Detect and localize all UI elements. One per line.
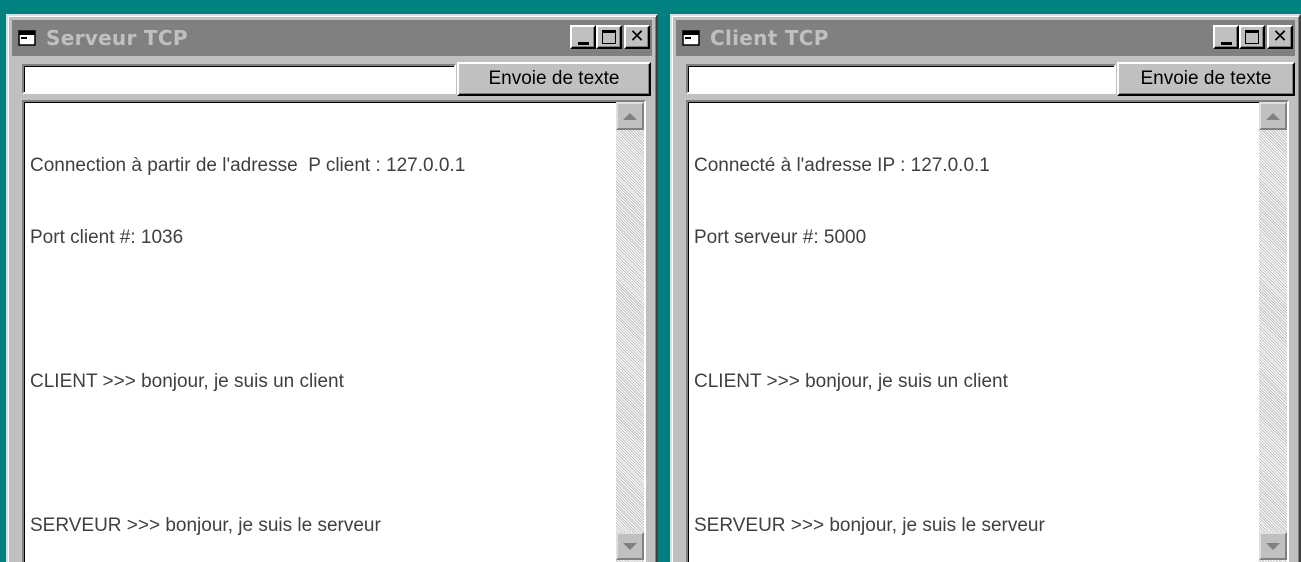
window-app-icon[interactable]: [18, 29, 36, 47]
scroll-up-button[interactable]: [1259, 102, 1287, 130]
title-bar[interactable]: Serveur TCP ✕: [12, 20, 652, 56]
log-line: Connecté à l'adresse IP : 127.0.0.1: [694, 155, 990, 176]
window-app-icon[interactable]: [682, 29, 700, 47]
minimize-button[interactable]: [570, 25, 596, 49]
log-line: SERVEUR >>> bonjour, je suis le serveur: [694, 515, 1045, 536]
close-button[interactable]: ✕: [1267, 25, 1293, 49]
log-line: Port client #: 1036: [30, 227, 184, 248]
scroll-down-button[interactable]: [616, 532, 644, 560]
maximize-icon: [602, 30, 616, 44]
vertical-scrollbar[interactable]: [616, 102, 644, 562]
title-bar[interactable]: Client TCP ✕: [676, 20, 1295, 56]
message-log[interactable]: Connecté à l'adresse IP : 127.0.0.1 Port…: [686, 100, 1289, 562]
minimize-button[interactable]: [1213, 25, 1239, 49]
close-icon: ✕: [1272, 26, 1288, 47]
maximize-button[interactable]: [1239, 25, 1265, 49]
arrow-down-icon: [1266, 542, 1280, 550]
message-log[interactable]: Connection à partir de l'adresse P clien…: [22, 100, 646, 562]
vertical-scrollbar[interactable]: [1259, 102, 1287, 562]
maximize-button[interactable]: [596, 25, 622, 49]
client-window: Client TCP ✕ Envoie de texte Connecté à …: [670, 14, 1301, 562]
window-title: Serveur TCP: [46, 26, 188, 50]
scroll-up-button[interactable]: [616, 102, 644, 130]
close-button[interactable]: ✕: [624, 25, 650, 49]
log-text: Connecté à l'adresse IP : 127.0.0.1 Port…: [694, 106, 1247, 562]
minimize-icon: [1220, 41, 1232, 45]
close-icon: ✕: [629, 26, 645, 47]
server-window: Serveur TCP ✕ Envoie de texte Connection…: [6, 14, 658, 562]
scroll-down-button[interactable]: [1259, 532, 1287, 560]
title-buttons: ✕: [1213, 25, 1293, 49]
arrow-up-icon: [623, 112, 637, 120]
arrow-down-icon: [623, 542, 637, 550]
message-input[interactable]: [686, 64, 1116, 94]
log-line: Connection à partir de l'adresse P clien…: [30, 155, 466, 176]
window-title: Client TCP: [710, 26, 829, 50]
input-row: Envoie de texte: [12, 62, 652, 96]
log-line: SERVEUR >>> bonjour, je suis le serveur: [30, 515, 381, 536]
arrow-up-icon: [1266, 112, 1280, 120]
log-text: Connection à partir de l'adresse P clien…: [30, 106, 604, 562]
maximize-icon: [1245, 30, 1259, 44]
title-buttons: ✕: [570, 25, 650, 49]
send-text-button[interactable]: Envoie de texte: [457, 62, 651, 96]
minimize-icon: [577, 41, 589, 45]
log-line: CLIENT >>> bonjour, je suis un client: [30, 371, 344, 392]
input-row: Envoie de texte: [676, 62, 1295, 96]
log-line: Port serveur #: 5000: [694, 227, 867, 248]
log-line: CLIENT >>> bonjour, je suis un client: [694, 371, 1008, 392]
send-text-button[interactable]: Envoie de texte: [1117, 62, 1295, 96]
message-input[interactable]: [22, 64, 456, 94]
